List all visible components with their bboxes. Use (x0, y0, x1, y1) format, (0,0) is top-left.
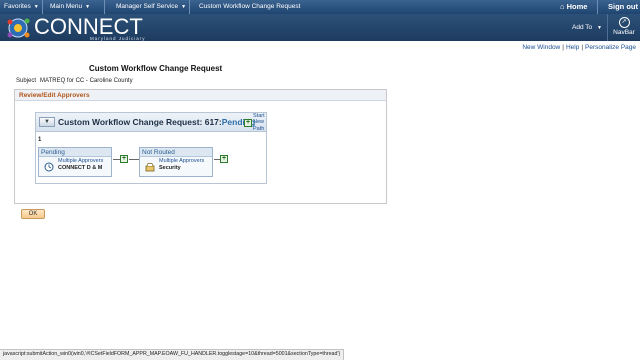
main-menu-label: Main Menu (50, 3, 83, 10)
menu-divider (189, 0, 190, 14)
home-label: Home (566, 2, 588, 11)
multiple-approvers-link[interactable]: Multiple Approvers (159, 158, 204, 164)
step-connector (129, 159, 139, 160)
favorites-menu[interactable]: Favorites ▼ (4, 3, 39, 10)
workflow-title-text: Custom Workflow Change Request: 617: (58, 117, 222, 127)
main-menu[interactable]: Main Menu ▼ (50, 3, 90, 10)
navbar-button[interactable]: ↗ NavBar (607, 14, 640, 41)
ok-button[interactable]: OK (21, 209, 45, 219)
step-status: Not Routed (140, 148, 212, 157)
review-approvers-panel: Review/Edit Approvers ▼ Custom Workflow … (14, 89, 387, 204)
workflow-map-header: ▼ Custom Workflow Change Request: 617:Pe… (36, 113, 266, 132)
workflow-step-pending: Pending Multiple Approvers CONNECT D & M (38, 147, 112, 177)
stage-number: 1 (38, 137, 42, 143)
compass-icon: ↗ (618, 17, 630, 28)
step-status: Pending (39, 148, 111, 157)
connect-logo-icon (7, 18, 30, 38)
chevron-down-icon: ▼ (33, 4, 39, 10)
collapse-toggle-button[interactable]: ▼ (39, 117, 55, 127)
insert-step-plus-icon[interactable]: + (120, 155, 128, 163)
add-path-plus-icon[interactable]: + (244, 119, 252, 127)
manager-self-service-label: Manager Self Service (116, 3, 179, 10)
manager-self-service-menu[interactable]: Manager Self Service ▼ (116, 3, 186, 10)
page-title: Custom Workflow Change Request (89, 64, 223, 73)
workflow-map: ▼ Custom Workflow Change Request: 617:Pe… (35, 112, 267, 184)
breadcrumb-current: Custom Workflow Change Request (199, 3, 301, 10)
step-role: CONNECT D & M (58, 165, 103, 171)
help-link[interactable]: Help (566, 44, 579, 51)
chevron-down-icon: ▼ (85, 4, 91, 10)
workflow-step-not-routed: Not Routed Multiple Approvers Security (139, 147, 213, 177)
link-divider: | (562, 44, 564, 51)
subject-label: Subject (16, 78, 37, 84)
multiple-approvers-link[interactable]: Multiple Approvers (58, 158, 103, 164)
page-links: New Window | Help | Personalize Page (522, 44, 636, 51)
add-to-label: Add To (572, 24, 593, 31)
start-new-path-line: Path (253, 125, 265, 132)
menu-divider (597, 0, 598, 14)
step-role: Security (159, 165, 181, 171)
chevron-down-icon: ▼ (596, 25, 602, 31)
start-new-path-line: New (253, 119, 265, 126)
link-divider: | (581, 44, 584, 51)
subject-value: MATREQ for CC - Caroline County (40, 78, 133, 84)
inbox-icon (145, 163, 155, 172)
add-to-menu[interactable]: Add To ▼ (572, 24, 602, 31)
favorites-menu-label: Favorites (4, 3, 31, 10)
step-connector (113, 159, 120, 160)
start-new-path-link[interactable]: Start New Path (253, 113, 265, 132)
app-header: CONNECT Maryland Judiciary Add To ▼ ↗ Na… (0, 14, 640, 41)
sign-out-link[interactable]: Sign out (608, 2, 638, 11)
triangle-down-icon: ▼ (44, 119, 50, 125)
brand-subtitle: Maryland Judiciary (90, 36, 146, 41)
navbar-label: NavBar (613, 29, 635, 36)
insert-step-plus-icon[interactable]: + (220, 155, 228, 163)
home-link[interactable]: ⌂ Home (560, 2, 587, 11)
panel-header: Review/Edit Approvers (15, 90, 386, 101)
subject-line: Subject MATREQ for CC - Caroline County (16, 78, 133, 84)
menu-divider (42, 0, 43, 14)
chevron-down-icon: ▼ (181, 4, 187, 10)
browser-status-bar: javascript:submitAction_win0(win0,'#ICSe… (0, 349, 345, 360)
top-menu-bar: Favorites ▼ Main Menu ▼ Manager Self Servi… (0, 0, 640, 14)
home-icon: ⌂ (560, 2, 565, 11)
menu-divider (104, 0, 105, 14)
clock-icon (44, 162, 54, 172)
new-window-link[interactable]: New Window (522, 44, 560, 51)
workflow-title: Custom Workflow Change Request: 617:Pend… (58, 117, 255, 127)
personalize-page-link[interactable]: Personalize Page (585, 44, 636, 51)
